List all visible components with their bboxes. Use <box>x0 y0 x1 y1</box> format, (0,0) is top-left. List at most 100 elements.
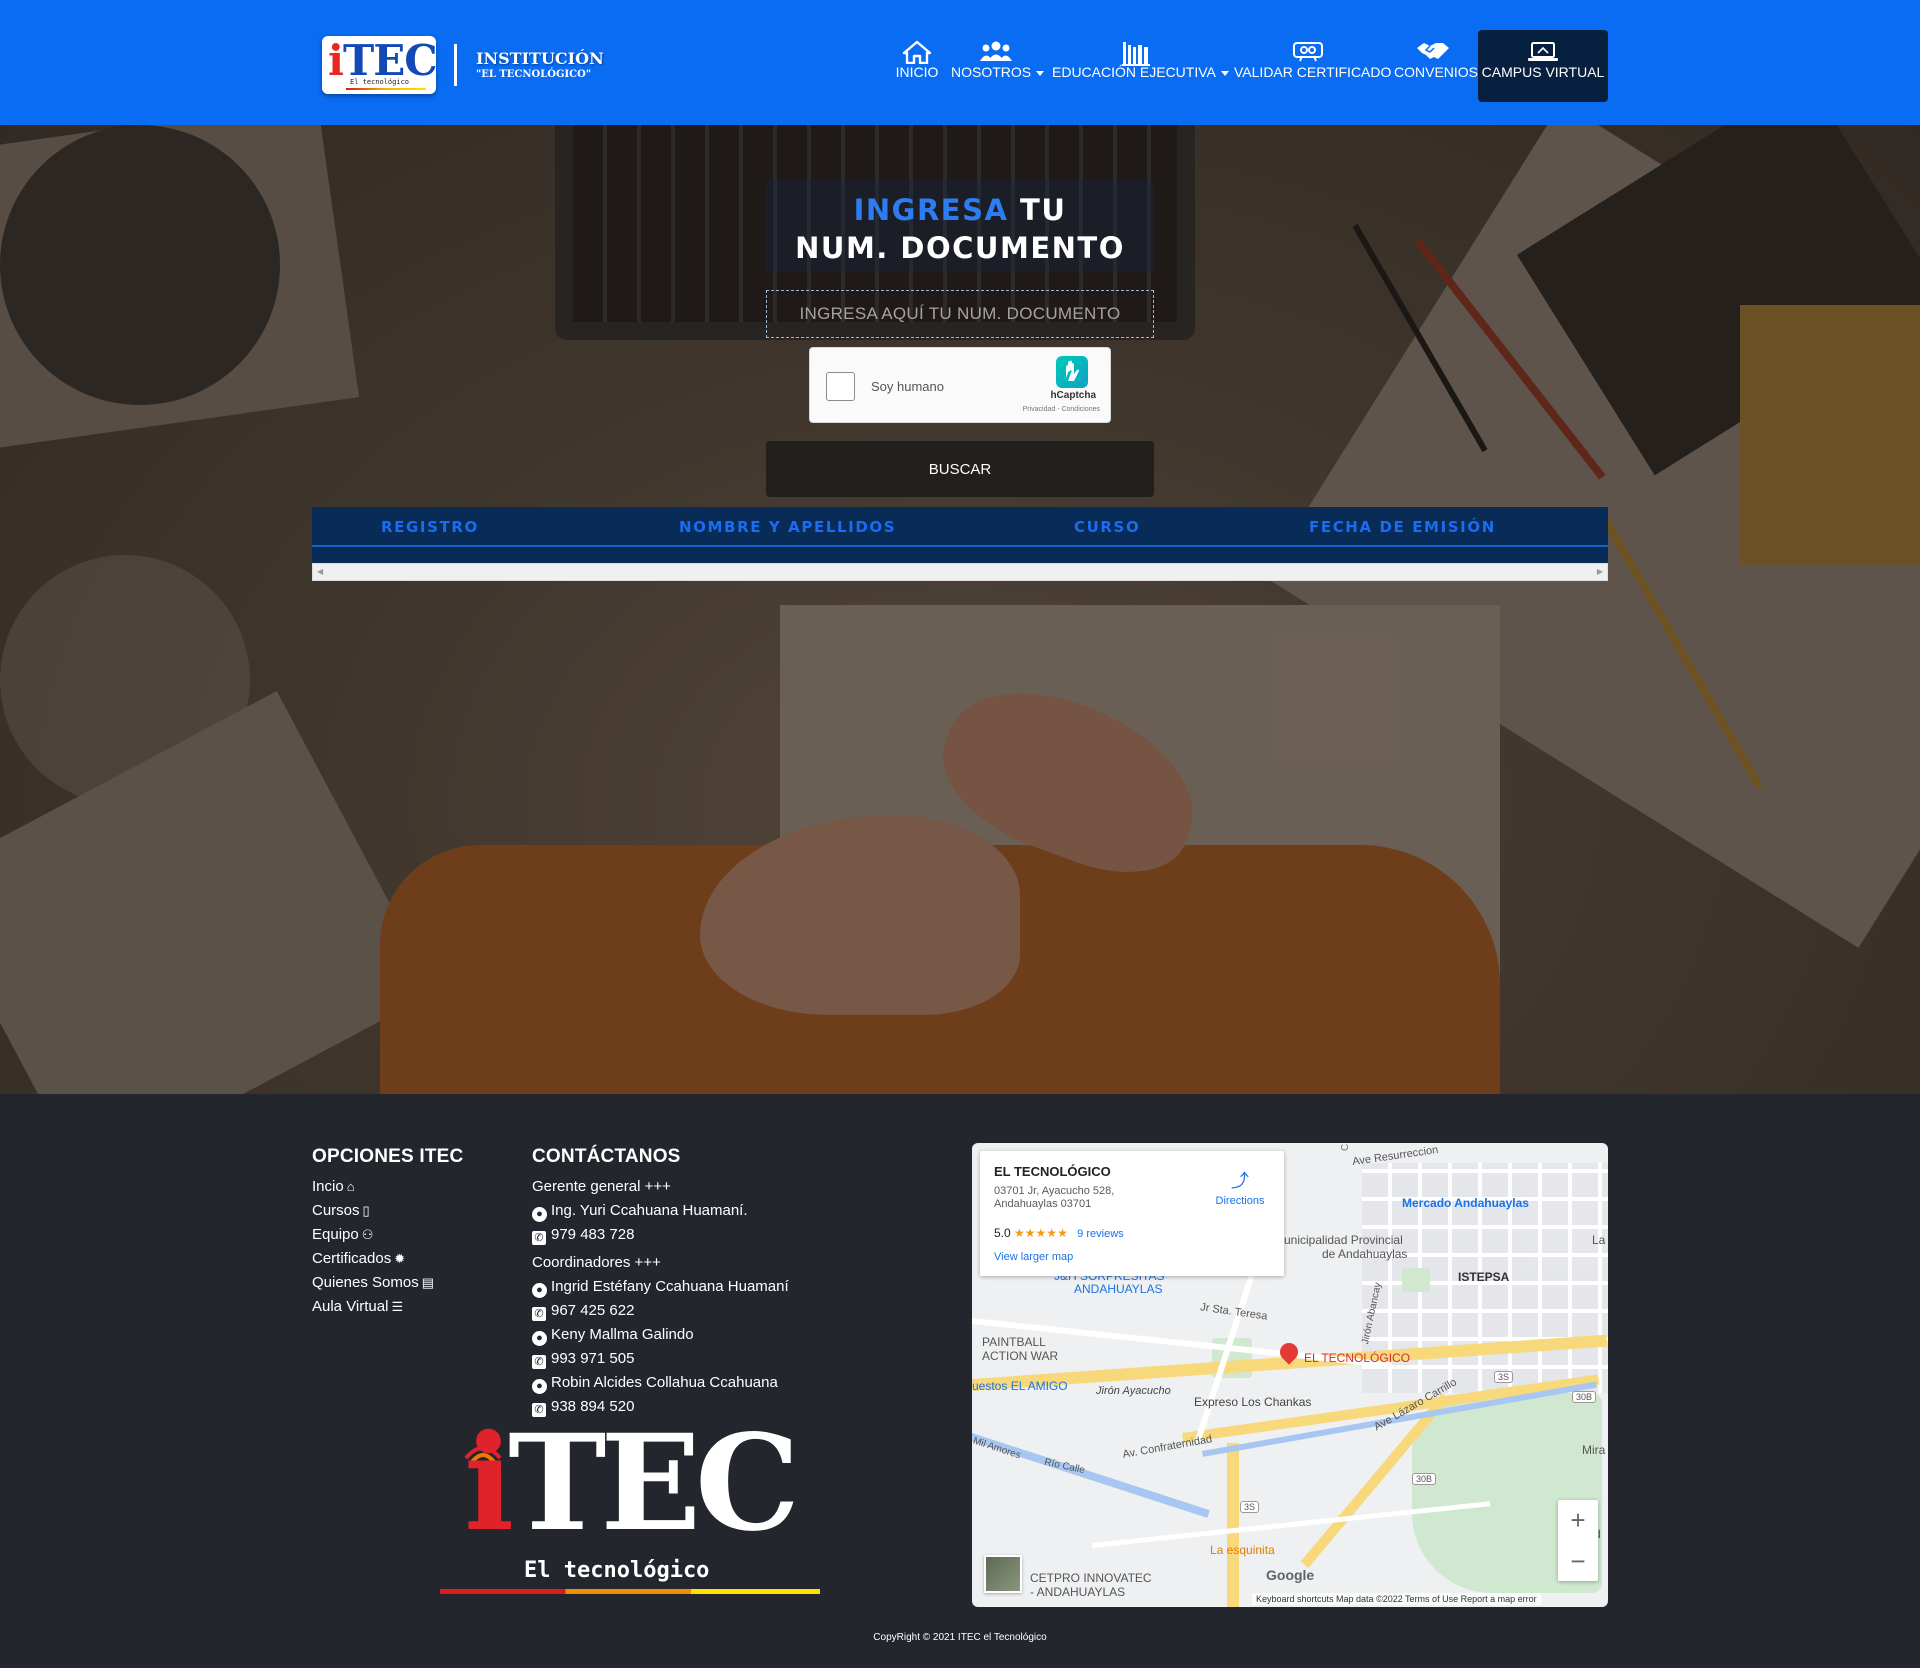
table-body <box>312 547 1608 563</box>
books-icon <box>1052 30 1220 66</box>
map-label: ANDAHUAYLAS <box>1074 1282 1163 1296</box>
link-label: Incio <box>312 1178 344 1195</box>
captcha-brand: hCaptcha <box>1050 390 1096 401</box>
phone-icon: ✆ <box>532 1231 546 1245</box>
view-larger-map-link[interactable]: View larger map <box>994 1251 1073 1263</box>
contact-title: CONTÁCTANOS <box>532 1146 681 1167</box>
column-header[interactable]: FECHA DE EMISIÓN <box>1309 518 1496 536</box>
nav-educacion-ejecutiva[interactable]: EDUCACIÓN EJECUTIVA <box>1052 30 1229 102</box>
nav-campus-virtual[interactable]: CAMPUS VIRTUAL <box>1478 30 1608 102</box>
map-place-address: 03701 Jr, Ayacucho 528, Andahuaylas 0370… <box>994 1185 1115 1210</box>
logo-divider <box>454 44 457 86</box>
contact-name: Ingrid Estéfany Ccahuana Huamaní <box>551 1278 789 1295</box>
directions-button[interactable]: ⤴ Directions <box>1212 1167 1268 1207</box>
user-circle-icon: ● <box>532 1283 547 1298</box>
nav-label: VALIDAR CERTIFICADO <box>1234 64 1392 80</box>
scroll-left-icon[interactable]: ◀ <box>317 567 323 576</box>
mouse-icon: ▯ <box>362 1203 370 1218</box>
contact-phone[interactable]: ✆ 979 483 728 <box>532 1226 634 1245</box>
captcha-links[interactable]: Privacidad - Condiciones <box>1023 406 1100 413</box>
link-label: Cursos <box>312 1202 360 1219</box>
brand-line-1: INSTITUCIÓN <box>476 49 604 68</box>
navbar: iTEC El tecnológico INSTITUCIÓN "EL TECN… <box>0 0 1920 125</box>
logo-color-bar <box>346 88 426 90</box>
map-label: Mil Amores <box>972 1435 1022 1462</box>
home-icon: ⌂ <box>346 1179 355 1194</box>
captcha-checkbox[interactable] <box>826 372 855 401</box>
chevron-down-icon <box>1036 70 1045 76</box>
footer-link-equipo[interactable]: Equipo ⚇ <box>312 1226 373 1243</box>
route-shield: 30B <box>1412 1473 1437 1485</box>
google-logo: Google <box>1266 1567 1315 1583</box>
nav-inicio[interactable]: INICIO <box>893 30 941 102</box>
column-header[interactable]: NOMBRE Y APELLIDOS <box>679 518 896 536</box>
column-header[interactable]: REGISTRO <box>381 518 479 536</box>
satellite-toggle[interactable] <box>984 1555 1022 1593</box>
users-icon: ⚇ <box>361 1227 374 1242</box>
brand-line-2: "EL TECNOLÓGICO" <box>476 69 592 80</box>
map-place-card: EL TECNOLÓGICO 03701 Jr, Ayacucho 528, A… <box>980 1151 1284 1276</box>
map-label: La esquinita <box>1210 1543 1275 1557</box>
zoom-control: + − <box>1558 1500 1598 1581</box>
footer-link-cursos[interactable]: Cursos ▯ <box>312 1202 370 1219</box>
map-label: PAINTBALL <box>982 1335 1046 1349</box>
map-label: Mercado Andahuaylas <box>1402 1196 1529 1210</box>
nav-validar-certificado[interactable]: VALIDAR CERTIFICADO <box>1234 30 1392 102</box>
reviews-link[interactable]: 9 reviews <box>1077 1228 1123 1240</box>
footer-logo-subtitle: El tecnológico <box>524 1558 710 1583</box>
column-header[interactable]: CURSO <box>1074 518 1140 536</box>
zoom-out-button[interactable]: − <box>1558 1541 1598 1581</box>
google-map[interactable]: Ave Resurreccion C. Nue Mercado Andahuay… <box>972 1143 1608 1607</box>
options-title: OPCIONES ITEC <box>312 1146 464 1167</box>
users-icon <box>951 30 1041 64</box>
phone-icon: ✆ <box>532 1355 546 1369</box>
footer-link-inicio[interactable]: Incio ⌂ <box>312 1178 355 1195</box>
route-shield: 3S <box>1494 1371 1514 1383</box>
captcha-label: Soy humano <box>871 379 944 394</box>
footer-link-quienes-somos[interactable]: Quienes Somos ▤ <box>312 1274 434 1291</box>
search-title-line-2: NUM. DOCUMENTO <box>795 231 1125 265</box>
contact-phone[interactable]: ✆ 967 425 622 <box>532 1302 634 1321</box>
chevron-down-icon <box>1220 70 1229 76</box>
map-place-name: EL TECNOLÓGICO <box>994 1164 1111 1179</box>
itec-logo[interactable]: iTEC El tecnológico <box>322 36 438 94</box>
footer-link-aula-virtual[interactable]: Aula Virtual ☰ <box>312 1298 403 1315</box>
map-label: uestos EL AMIGO <box>972 1379 1068 1393</box>
nav-convenios[interactable]: CONVENIOS <box>1394 30 1478 102</box>
footer: OPCIONES ITEC Incio ⌂ Cursos ▯ Equipo ⚇ Cer… <box>0 1094 1920 1668</box>
link-label: Quienes Somos <box>312 1274 419 1291</box>
handshake-icon <box>1394 30 1472 64</box>
contact-person: ● Robin Alcides Collahua Ccahuana <box>532 1374 778 1394</box>
nav-nosotros[interactable]: NOSOTROS <box>951 30 1045 102</box>
map-attribution[interactable]: Keyboard shortcuts Map data ©2022 Terms … <box>1252 1593 1541 1605</box>
search-title: INGRESA TU <box>0 193 1920 227</box>
home-icon <box>893 30 941 65</box>
map-label: Jirón Ayacucho <box>1096 1385 1171 1397</box>
search-button[interactable]: BUSCAR <box>766 441 1154 497</box>
map-label: EL TECNOLÓGICO <box>1304 1351 1411 1365</box>
nav-label: INICIO <box>895 64 939 80</box>
map-label: Expreso Los Chankas <box>1194 1395 1312 1409</box>
scroll-right-icon[interactable]: ▶ <box>1597 567 1603 576</box>
document-number-input[interactable] <box>766 290 1154 338</box>
user-circle-icon: ● <box>532 1207 547 1222</box>
star-icon: ★★★★★ <box>1014 1226 1068 1240</box>
zoom-in-button[interactable]: + <box>1558 1500 1598 1540</box>
contact-name: Ing. Yuri Ccahuana Huamaní. <box>551 1202 748 1219</box>
horizontal-scrollbar[interactable]: ◀ ▶ <box>312 563 1608 581</box>
contact-role: Gerente general +++ <box>532 1178 671 1195</box>
hcaptcha-widget: Soy humano hCaptcha Privacidad - Condici… <box>809 347 1111 423</box>
map-label: de Andahuaylas <box>1322 1247 1408 1261</box>
search-title-rest: TU <box>1008 193 1067 227</box>
hcaptcha-logo-icon <box>1056 356 1088 388</box>
map-label: Río Calle <box>1043 1456 1086 1477</box>
map-label: - ANDAHUAYLAS <box>1030 1585 1126 1599</box>
contact-name: Robin Alcides Collahua Ccahuana <box>551 1374 778 1391</box>
contact-person: ● Keny Mallma Galindo <box>532 1326 694 1346</box>
contact-phone[interactable]: ✆ 993 971 505 <box>532 1350 634 1369</box>
badge-icon: ✹ <box>394 1251 406 1266</box>
map-label: La <box>1592 1233 1606 1247</box>
footer-link-certificados[interactable]: Certificados ✹ <box>312 1250 405 1267</box>
route-shield: 30B <box>1572 1391 1597 1403</box>
footer-logo-wordmark: iTEC <box>464 1406 800 1561</box>
